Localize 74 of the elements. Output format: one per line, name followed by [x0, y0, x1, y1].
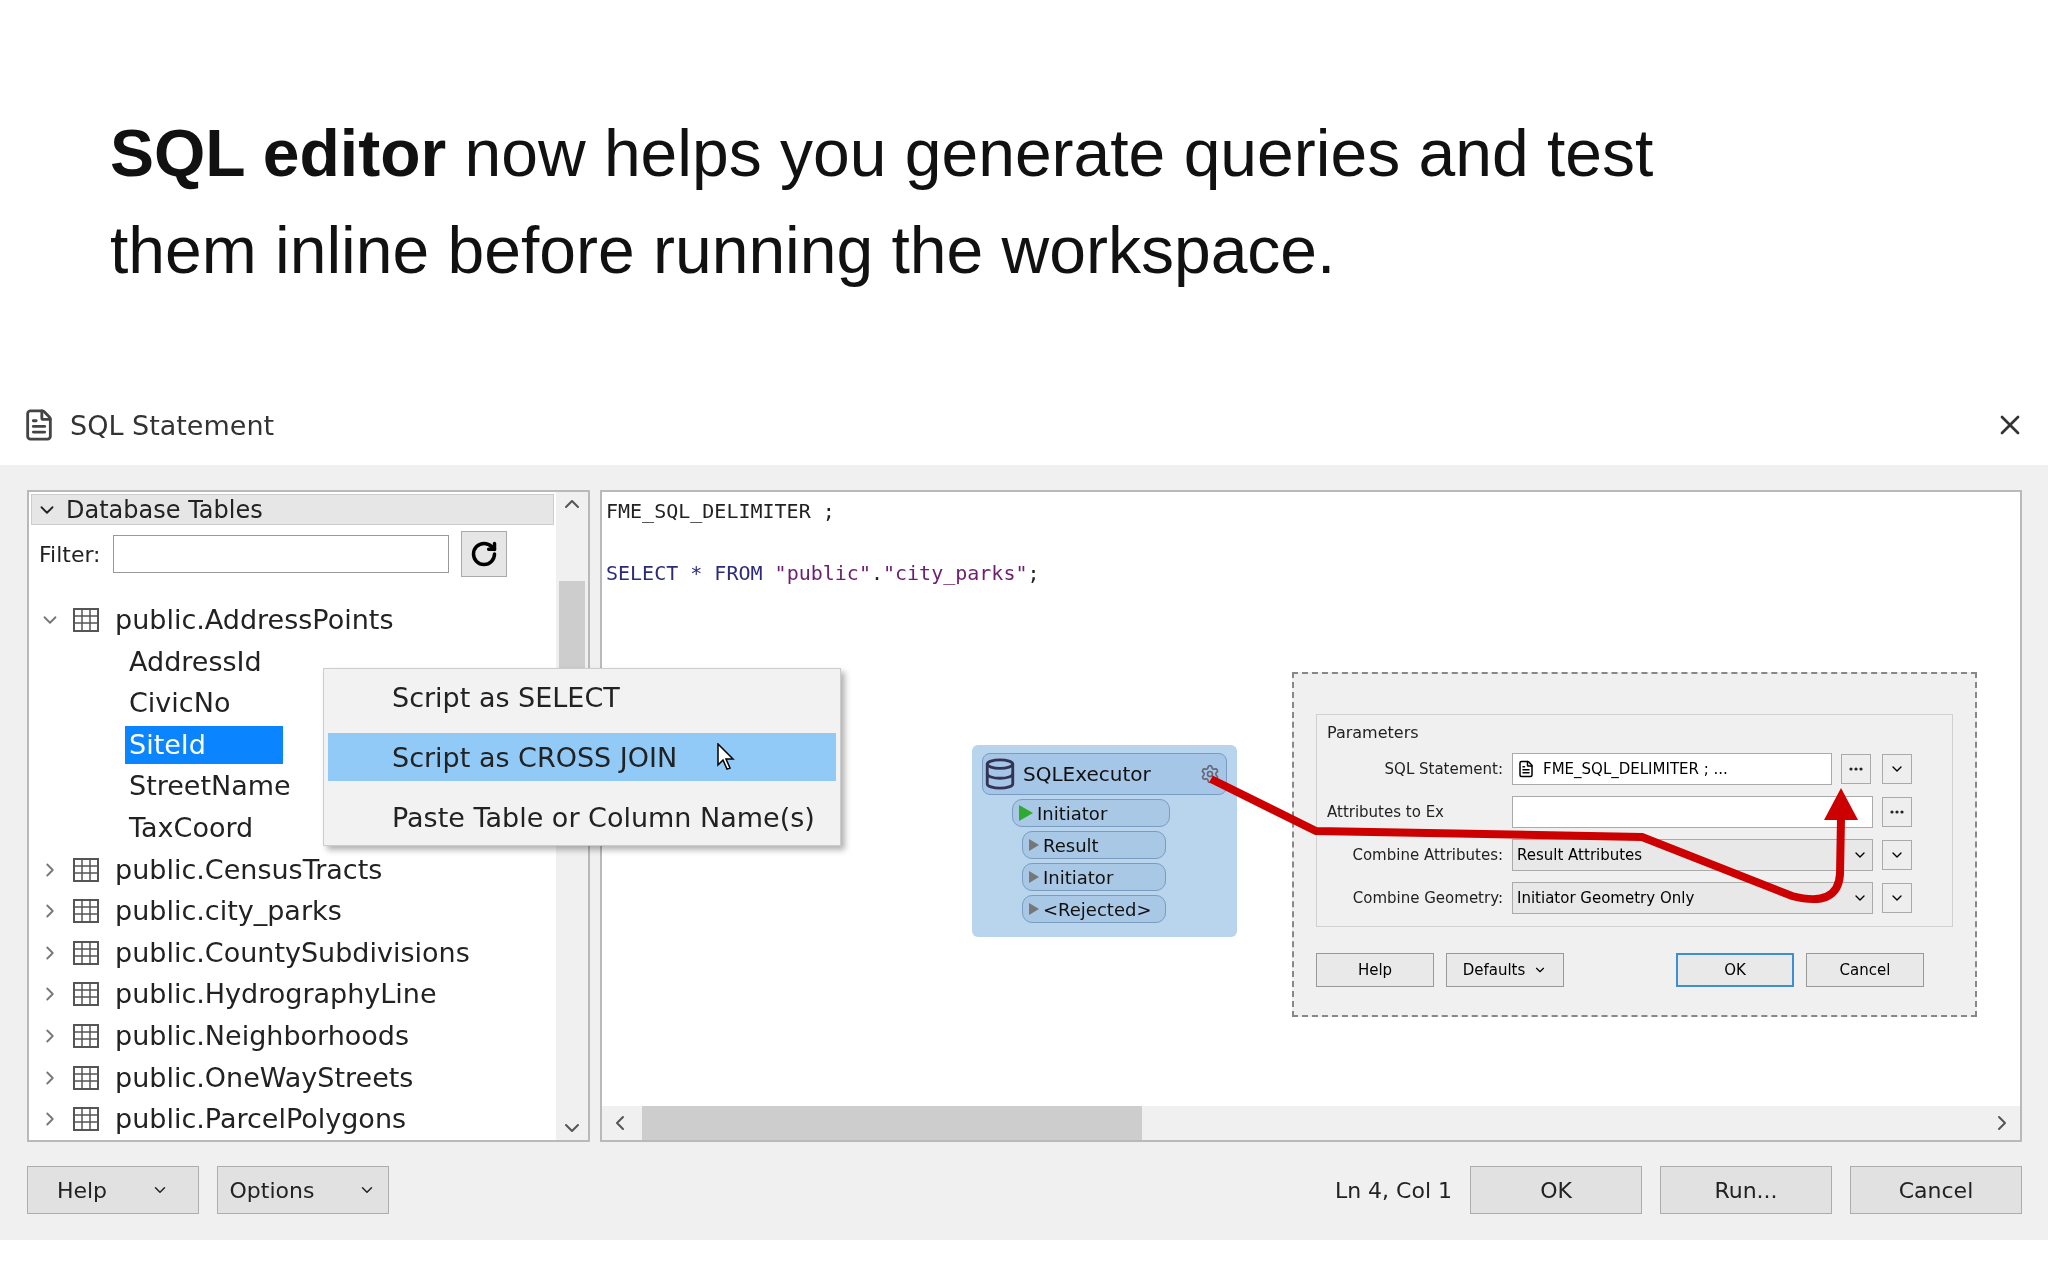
output-port: Initiator	[1022, 863, 1166, 891]
tree-item[interactable]: public.CountySubdivisions	[111, 933, 474, 972]
window-title: SQL Statement	[70, 409, 276, 441]
tree-item[interactable]: public.HydrographyLine	[111, 975, 441, 1014]
port-arrow-icon	[1019, 805, 1033, 821]
document-icon	[1517, 760, 1535, 778]
ellipsis-button[interactable]	[1841, 754, 1871, 784]
node-title: SQLExecutor	[1023, 762, 1152, 786]
ellipsis-button[interactable]	[1882, 797, 1912, 827]
dialog-button[interactable]: OK	[1676, 953, 1794, 987]
tree-item[interactable]: CivicNo	[125, 684, 235, 723]
tree-item[interactable]: SiteId	[125, 725, 283, 764]
parameter-label: SQL Statement:	[1383, 759, 1503, 779]
dropdown[interactable]: Result Attributes	[1512, 839, 1873, 871]
tree-item[interactable]: public.OneWayStreets	[111, 1058, 418, 1097]
cursor-position: Ln 4, Col 1	[1334, 1177, 1452, 1203]
tree-item[interactable]: public.Neighborhoods	[111, 1017, 414, 1055]
filter-label: Filter:	[39, 541, 101, 567]
tree-item[interactable]: AddressId	[125, 642, 266, 681]
dropdown-button[interactable]	[1882, 883, 1912, 913]
menu-button[interactable]: Options	[217, 1166, 389, 1214]
dialog-button[interactable]: Cancel	[1850, 1166, 2022, 1214]
ellipsis-icon	[1849, 767, 1863, 771]
scrollbar-thumb[interactable]	[642, 1106, 1142, 1140]
headline: SQL editor now helps you generate queries and test them inline before running the workspace.	[110, 115, 1655, 289]
dialog-button[interactable]: Help	[1316, 953, 1434, 987]
dialog-button[interactable]: Cancel	[1806, 953, 1924, 987]
text-field[interactable]	[1512, 796, 1873, 828]
table-icon	[73, 1065, 99, 1090]
table-icon	[73, 982, 99, 1007]
dialog-button[interactable]: Run...	[1660, 1166, 1832, 1214]
table-icon	[73, 899, 99, 924]
dropdown-button[interactable]	[1882, 754, 1912, 784]
settings-icon	[1200, 764, 1220, 784]
table-icon	[73, 857, 99, 882]
menu-item[interactable]: Paste Table or Column Name(s)	[328, 793, 836, 841]
filter-field[interactable]	[112, 535, 449, 574]
dialog-button[interactable]: OK	[1470, 1166, 1642, 1214]
pointer-icon	[717, 743, 738, 771]
tree-item[interactable]: public.AddressPoints	[111, 601, 398, 640]
table-icon	[73, 608, 99, 633]
input-port: Initiator	[1012, 799, 1170, 827]
tree-item[interactable]: public.ParcelPolygons	[111, 1100, 411, 1139]
tree-item[interactable]: public.city_parks	[111, 892, 346, 931]
output-port: <Rejected>	[1022, 895, 1166, 923]
sql-field[interactable]: FME_SQL_DELIMITER ; ...	[1512, 753, 1832, 785]
horizontal-scrollbar[interactable]	[602, 1106, 2020, 1140]
panel-header[interactable]: Database Tables	[31, 494, 554, 526]
tree-item[interactable]: TaxCoord	[125, 809, 258, 848]
table-icon	[73, 1107, 99, 1132]
ellipsis-icon	[1890, 810, 1904, 814]
triangle-icon	[1029, 903, 1039, 915]
parameter-label: Combine Attributes:	[1351, 845, 1503, 865]
refresh-icon	[469, 540, 498, 569]
dialog-button[interactable]: Defaults	[1446, 953, 1564, 987]
output-port: Result	[1022, 831, 1166, 859]
group-title: Parameters	[1327, 723, 1420, 742]
refresh-button[interactable]	[460, 531, 507, 578]
menu-button[interactable]: Help	[27, 1166, 199, 1214]
table-icon	[73, 940, 99, 965]
code-line[interactable]: SELECT * FROM "public"."city_parks";	[606, 558, 1040, 588]
parameter-label: Combine Geometry:	[1351, 888, 1503, 908]
tree-item[interactable]: StreetName	[125, 767, 295, 806]
dropdown-button[interactable]	[1882, 840, 1912, 870]
dropdown[interactable]: Initiator Geometry Only	[1512, 882, 1873, 914]
tree-item[interactable]: public.CensusTracts	[111, 850, 387, 889]
triangle-icon	[1029, 871, 1039, 883]
code-line[interactable]: FME_SQL_DELIMITER ;	[606, 496, 835, 526]
triangle-icon	[1029, 839, 1039, 851]
parameter-label: Attributes to Ex	[1327, 802, 1445, 822]
menu-item[interactable]: Script as SELECT	[328, 673, 836, 721]
table-icon	[73, 1024, 99, 1048]
database-icon	[983, 757, 1017, 791]
menu-item[interactable]: Script as CROSS JOIN	[328, 733, 836, 781]
